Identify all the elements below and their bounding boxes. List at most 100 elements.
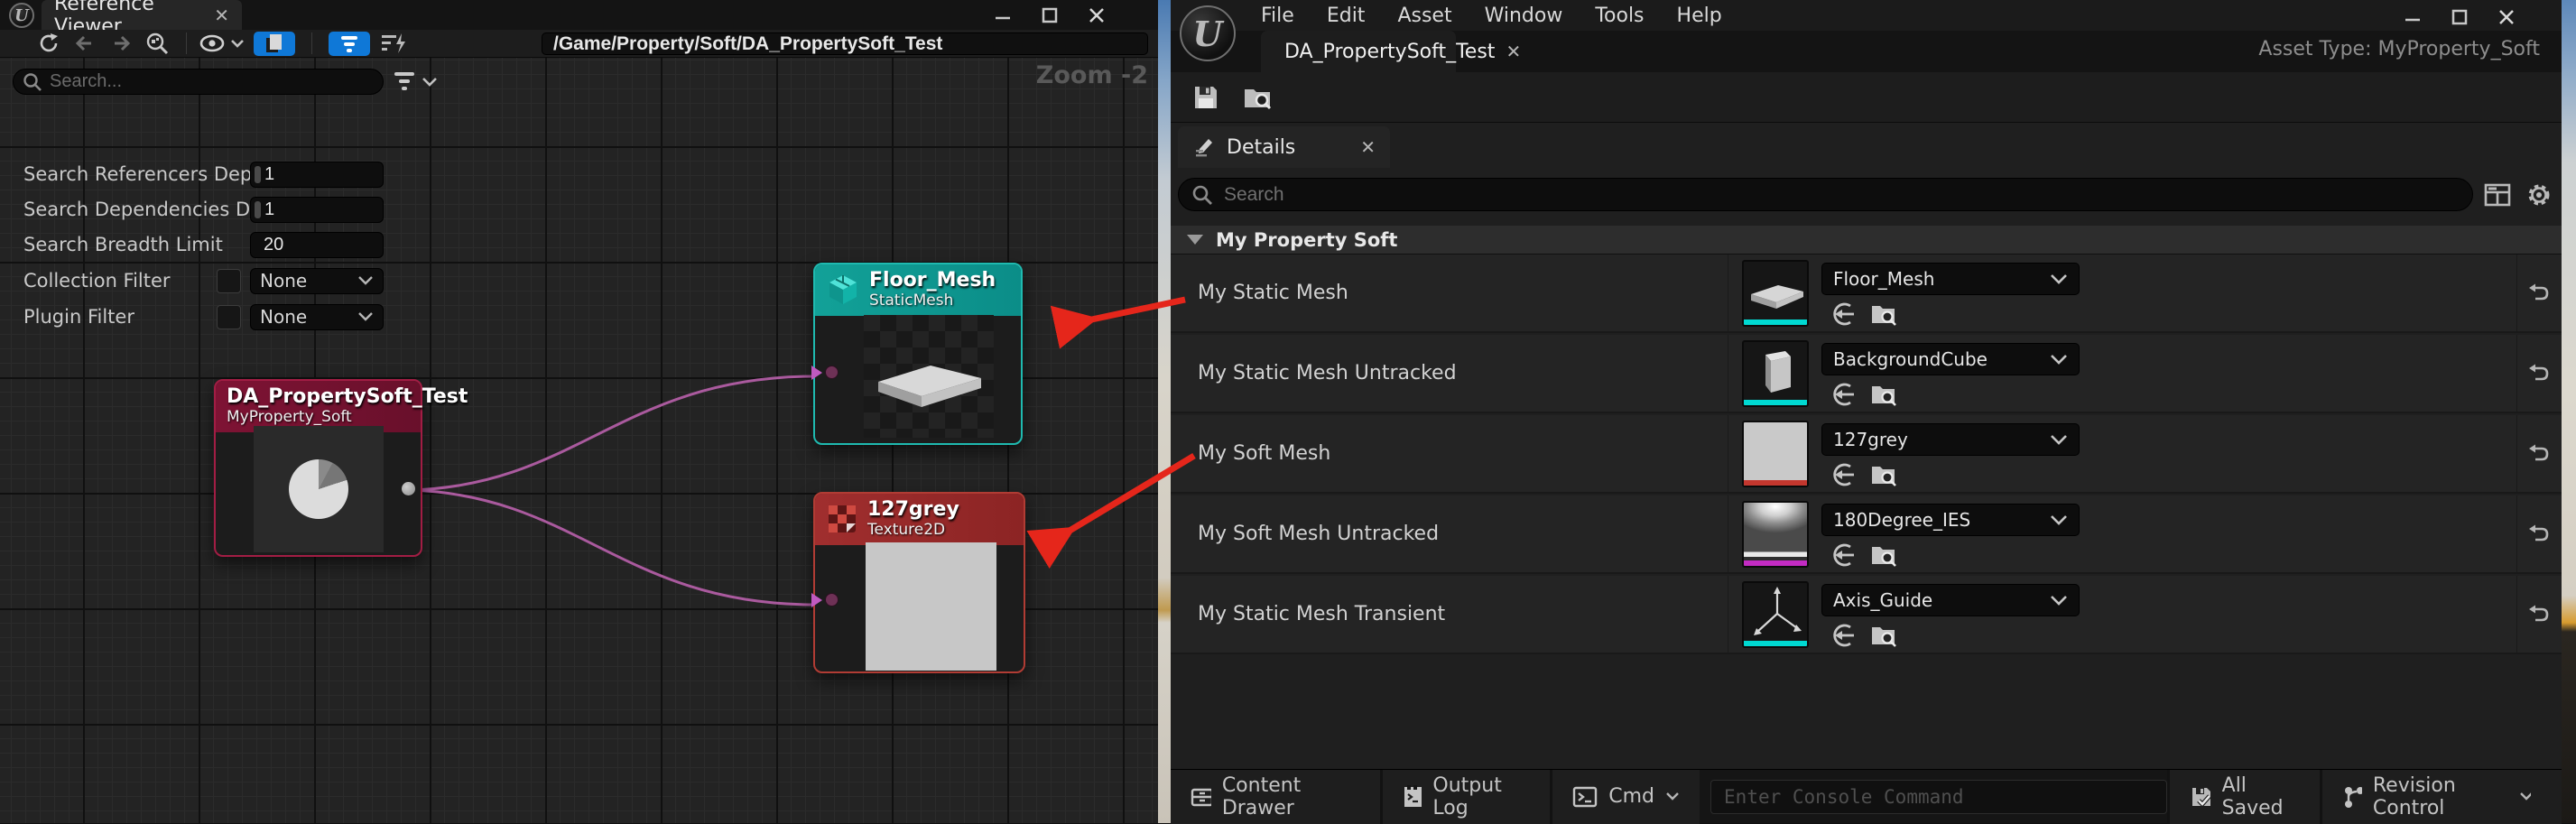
- use-selected-asset-icon[interactable]: [1830, 301, 1856, 327]
- asset-path-field[interactable]: [542, 32, 1148, 55]
- close-tab-icon[interactable]: ✕: [1506, 41, 1521, 62]
- reset-to-default-button[interactable]: [2525, 360, 2552, 387]
- use-selected-asset-icon[interactable]: [1830, 623, 1856, 648]
- input-pin[interactable]: [825, 593, 839, 606]
- reset-to-default-button[interactable]: [2525, 601, 2552, 628]
- graph-node-da-propertysoft-test[interactable]: DA_PropertySoft_Test MyProperty_Soft: [214, 379, 422, 557]
- tab-reference-viewer[interactable]: Reference Viewer ✕: [42, 0, 242, 30]
- minimize-button[interactable]: [993, 5, 1013, 25]
- option-label: Search Referencers Depth: [23, 163, 272, 185]
- asset-dropdown[interactable]: BackgroundCube: [1821, 343, 2080, 375]
- asset-thumbnail[interactable]: [1742, 581, 1809, 648]
- title-bar: U Reference Viewer ✕: [0, 0, 1158, 30]
- node-header: 127grey Texture2D: [815, 494, 1024, 545]
- details-search-bar[interactable]: [1178, 178, 2473, 211]
- use-selected-asset-icon[interactable]: [1830, 382, 1856, 407]
- reset-to-default-button[interactable]: [2525, 280, 2552, 307]
- asset-thumbnail[interactable]: [1742, 340, 1809, 407]
- maximize-button[interactable]: [2450, 7, 2469, 27]
- input-pin[interactable]: [825, 366, 839, 379]
- settings-gear-icon[interactable]: [2525, 181, 2553, 209]
- tab-title: Details: [1227, 136, 1349, 159]
- search-icon: [23, 72, 42, 92]
- asset-dropdown[interactable]: 127grey: [1821, 423, 2080, 456]
- revision-control-button[interactable]: Revision Control: [2322, 770, 2562, 824]
- close-tab-icon[interactable]: ✕: [214, 5, 229, 26]
- menu-tools[interactable]: Tools: [1595, 5, 1644, 27]
- close-button[interactable]: [2497, 7, 2516, 27]
- display-mode-icon[interactable]: [2484, 182, 2511, 208]
- close-tab-icon[interactable]: ✕: [1360, 136, 1376, 158]
- maximize-button[interactable]: [1040, 5, 1060, 25]
- zoom-to-fit-button[interactable]: [139, 31, 175, 56]
- referencers-depth-input[interactable]: [250, 162, 384, 188]
- auto-filters-icon[interactable]: [375, 31, 412, 56]
- filter-icon[interactable]: [394, 70, 438, 94]
- graph-node-127grey[interactable]: 127grey Texture2D: [813, 492, 1025, 673]
- menu-help[interactable]: Help: [1677, 5, 1722, 27]
- filters-button[interactable]: [329, 32, 370, 56]
- browse-to-asset-icon[interactable]: [1870, 301, 1897, 327]
- graph-node-floor-mesh[interactable]: Floor_Mesh StaticMesh: [813, 263, 1023, 445]
- expander-triangle-icon[interactable]: [1187, 235, 1203, 245]
- collection-filter-dropdown[interactable]: None: [250, 268, 384, 294]
- refresh-button[interactable]: [31, 31, 67, 56]
- tab-da-propertysoft-test[interactable]: DA_PropertySoft_Test ✕: [1261, 31, 1456, 72]
- tab-details[interactable]: Details ✕: [1178, 126, 1390, 168]
- use-selected-asset-icon[interactable]: [1830, 542, 1856, 568]
- chevron-down-icon: [2050, 273, 2068, 285]
- browse-to-asset-icon[interactable]: [1870, 462, 1897, 487]
- menu-window[interactable]: Window: [1485, 5, 1563, 27]
- asset-thumbnail[interactable]: [1742, 421, 1809, 487]
- drag-grip[interactable]: [255, 201, 261, 218]
- console-command-input[interactable]: [1710, 780, 2167, 814]
- chevron-down-icon: [357, 275, 374, 286]
- option-row-plugin-filter: Plugin Filter None: [23, 303, 439, 330]
- collection-filter-checkbox[interactable]: [217, 269, 241, 293]
- console-icon: [1572, 786, 1598, 808]
- all-saved-indicator[interactable]: All Saved: [2170, 770, 2320, 824]
- menu-edit[interactable]: Edit: [1327, 5, 1366, 27]
- close-button[interactable]: [1087, 5, 1107, 25]
- asset-dropdown[interactable]: Floor_Mesh: [1821, 263, 2080, 295]
- history-forward-button[interactable]: [103, 31, 139, 56]
- output-log-button[interactable]: Output Log: [1383, 770, 1549, 824]
- property-row-my-static-mesh-transient: My Static Mesh Transient Axis_Guide: [1171, 576, 2562, 654]
- category-my-property-soft[interactable]: My Property Soft: [1171, 226, 2562, 255]
- cmd-selector[interactable]: Cmd: [1552, 770, 1700, 824]
- browse-to-asset-icon[interactable]: [1870, 382, 1897, 407]
- plugin-filter-checkbox[interactable]: [217, 305, 241, 329]
- desktop-background-strip: [2562, 0, 2576, 823]
- asset-thumbnail[interactable]: [1742, 260, 1809, 327]
- details-search-input[interactable]: [1224, 184, 2397, 206]
- drag-grip[interactable]: [255, 166, 261, 183]
- breadth-limit-input[interactable]: [250, 232, 384, 258]
- asset-dropdown[interactable]: 180Degree_IES: [1821, 504, 2080, 536]
- visibility-options-button[interactable]: [198, 31, 248, 56]
- browse-to-asset-icon[interactable]: [1870, 542, 1897, 568]
- reset-to-default-button[interactable]: [2525, 521, 2552, 548]
- asset-dropdown[interactable]: Axis_Guide: [1821, 584, 2080, 616]
- plugin-filter-dropdown[interactable]: None: [250, 304, 384, 330]
- output-log-icon: [1403, 785, 1422, 809]
- reset-to-default-button[interactable]: [2525, 440, 2552, 468]
- browse-to-asset-icon[interactable]: [1870, 623, 1897, 648]
- search-input[interactable]: [50, 71, 347, 92]
- menu-file[interactable]: File: [1261, 5, 1294, 27]
- duplicate-node-button[interactable]: [254, 32, 295, 56]
- minimize-button[interactable]: [2403, 7, 2423, 27]
- use-selected-asset-icon[interactable]: [1830, 462, 1856, 487]
- save-button[interactable]: [1192, 84, 1219, 111]
- menu-asset[interactable]: Asset: [1397, 5, 1451, 27]
- history-back-button[interactable]: [67, 31, 103, 56]
- output-pin[interactable]: [402, 482, 415, 495]
- unreal-logo-icon: U: [9, 3, 34, 28]
- dependencies-depth-input[interactable]: [250, 197, 384, 223]
- graph-search-bar[interactable]: [13, 69, 384, 95]
- status-bar: Content Drawer Output Log Cmd All Saved …: [1171, 769, 2562, 823]
- content-drawer-button[interactable]: Content Drawer: [1171, 770, 1380, 824]
- node-title: Floor_Mesh: [869, 270, 996, 292]
- chevron-down-icon: [1665, 792, 1680, 801]
- asset-thumbnail[interactable]: [1742, 501, 1809, 568]
- browse-to-asset-button[interactable]: [1243, 84, 1274, 111]
